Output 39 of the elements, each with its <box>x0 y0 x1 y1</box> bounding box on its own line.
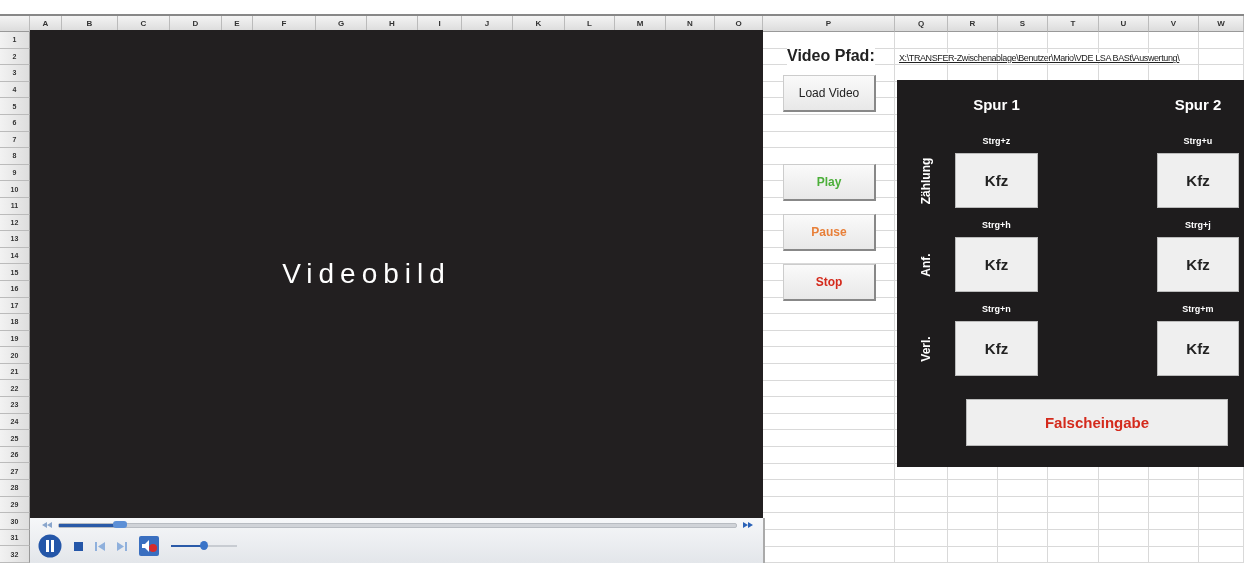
column-header: U <box>1099 16 1149 32</box>
shortcut-label: Strg+u <box>1182 134 1214 148</box>
column-header: Q <box>895 16 948 32</box>
lane-title: Spur 1 <box>972 94 1021 115</box>
video-caption: Videobild <box>282 258 451 290</box>
count-button[interactable]: Kfz <box>1157 321 1239 376</box>
shortcut-label: Strg+m <box>1181 302 1215 316</box>
shortcut-label: Strg+h <box>981 218 1012 232</box>
select-all-corner[interactable] <box>0 16 30 32</box>
path-label: Video Pfad: <box>787 47 875 65</box>
column-header: P <box>763 16 895 32</box>
seek-thumb[interactable] <box>112 520 127 528</box>
control-button[interactable]: Load Video <box>783 75 876 112</box>
count-button[interactable]: Kfz <box>955 153 1038 208</box>
count-button[interactable]: Kfz <box>955 321 1038 376</box>
column-header: V <box>1149 16 1199 32</box>
control-button[interactable]: Stop <box>783 264 876 301</box>
shortcut-label: Strg+j <box>1184 218 1212 232</box>
count-button[interactable]: Kfz <box>1157 153 1239 208</box>
mute-icon[interactable] <box>139 536 159 556</box>
stop-icon[interactable] <box>74 541 83 551</box>
shortcut-label: Strg+z <box>981 134 1012 148</box>
pause-icon[interactable] <box>38 534 62 558</box>
lane-title: Spur 2 <box>1173 94 1223 115</box>
row-label: Anf. <box>919 252 933 277</box>
count-button[interactable]: Kfz <box>955 237 1038 292</box>
row-label: Zählung <box>919 157 933 204</box>
seek-bar[interactable] <box>58 522 737 528</box>
column-header: T <box>1048 16 1099 32</box>
column-header: S <box>998 16 1048 32</box>
path-link[interactable]: X:\TRANSFER-Zwischenablage\Benutzer\Mario\VDE LSA BASt\Auswertung\ <box>899 53 1180 63</box>
column-header: R <box>948 16 998 32</box>
column-header: W <box>1199 16 1244 32</box>
volume-thumb[interactable] <box>200 541 208 550</box>
count-button[interactable]: Kfz <box>1157 237 1239 292</box>
fast-forward-icon[interactable] <box>743 522 753 528</box>
wrong-entry-button[interactable]: Falscheingabe <box>966 399 1228 446</box>
row-label: Verl. <box>919 335 933 362</box>
shortcut-label: Strg+n <box>981 302 1012 316</box>
